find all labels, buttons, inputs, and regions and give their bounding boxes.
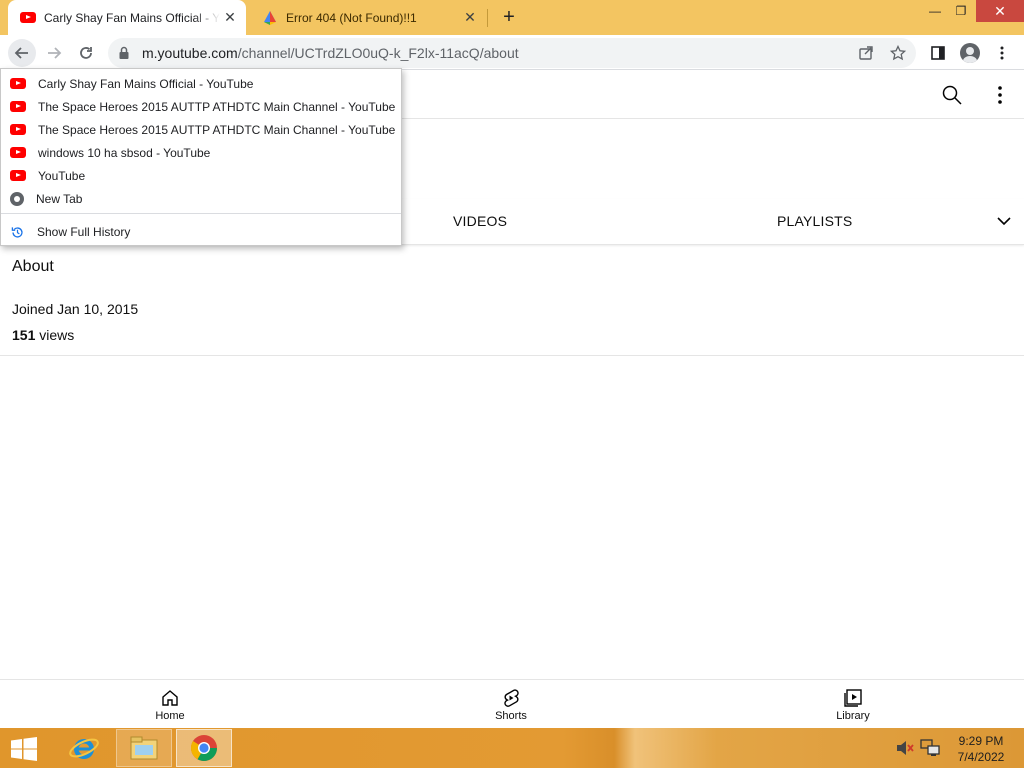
pivot-bar: Home Shorts Library — [0, 679, 1024, 728]
tab-close-icon[interactable]: ✕ — [220, 8, 240, 28]
joined-date: Joined Jan 10, 2015 — [12, 301, 139, 317]
youtube-icon — [10, 147, 26, 158]
address-bar[interactable]: m.youtube.com/channel/UCTrdZLO0uQ-k_F2lx… — [108, 38, 916, 68]
taskbar: 9:29 PM 7/4/2022 — [0, 728, 1024, 768]
close-window-button[interactable]: ✕ — [976, 0, 1024, 22]
tab-divider — [487, 9, 488, 27]
view-count-number: 151 — [12, 327, 36, 343]
network-icon[interactable] — [920, 739, 940, 757]
divider — [1, 213, 401, 214]
chrome-icon — [190, 735, 218, 762]
taskbar-internet-explorer[interactable] — [56, 729, 112, 767]
lock-icon — [119, 46, 129, 59]
tab-title: Carly Shay Fan Mains Official - YouTube — [44, 10, 220, 25]
forward-button[interactable] — [40, 39, 68, 67]
history-item-label: The Space Heroes 2015 AUTTP ATHDTC Main … — [38, 99, 396, 114]
history-item-label: windows 10 ha sbsod - YouTube — [38, 145, 211, 160]
more-vert-icon — [1000, 46, 1004, 60]
pivot-label: Home — [155, 710, 185, 722]
arrow-right-icon — [48, 47, 62, 59]
clock-date: 7/4/2022 — [957, 750, 1005, 764]
reload-icon — [80, 47, 92, 59]
view-count-suffix: views — [35, 327, 75, 343]
side-panel-button[interactable] — [924, 39, 952, 67]
tab-title: Error 404 (Not Found)!!1 — [286, 10, 417, 25]
library-icon — [844, 689, 862, 707]
youtube-icon — [10, 78, 26, 89]
side-panel-icon — [931, 46, 945, 60]
restore-button[interactable]: ❐ — [946, 0, 976, 22]
clock-time: 9:29 PM — [958, 734, 1004, 748]
taskbar-file-explorer[interactable] — [116, 729, 172, 767]
reload-button[interactable] — [72, 39, 100, 67]
internet-explorer-icon — [69, 738, 99, 759]
new-tab-button[interactable]: + — [497, 5, 521, 29]
history-item[interactable]: windows 10 ha sbsod - YouTube — [1, 141, 401, 164]
history-item[interactable]: YouTube — [1, 164, 401, 187]
chrome-icon — [10, 191, 24, 206]
home-icon — [162, 690, 178, 706]
youtube-icon — [10, 124, 26, 135]
pivot-home[interactable]: Home — [130, 688, 210, 722]
url-path: /channel/UCTrdZLO0uQ-k_F2lx-11acQ/about — [237, 45, 519, 61]
about-heading: About — [12, 258, 54, 275]
search-icon[interactable] — [940, 83, 964, 107]
history-item-label: New Tab — [36, 191, 83, 206]
tab-playlists[interactable]: PLAYLISTS — [777, 213, 852, 229]
youtube-icon — [20, 12, 36, 23]
chrome-menu-button[interactable] — [988, 39, 1016, 67]
folder-icon — [130, 736, 158, 760]
view-count: 151 views — [12, 327, 74, 343]
volume-muted-icon[interactable] — [896, 740, 914, 756]
pivot-label: Shorts — [495, 710, 527, 722]
bookmark-star-icon[interactable] — [888, 43, 908, 63]
history-item-label: Carly Shay Fan Mains Official - YouTube — [38, 76, 254, 91]
youtube-icon — [10, 170, 26, 181]
youtube-icon — [10, 101, 26, 112]
back-button[interactable] — [8, 39, 36, 67]
history-item-label: YouTube — [38, 168, 86, 183]
tab-close-icon[interactable]: ✕ — [460, 8, 480, 28]
pivot-shorts[interactable]: Shorts — [471, 688, 551, 722]
shorts-icon — [504, 689, 519, 707]
history-item[interactable]: New Tab — [1, 187, 401, 210]
show-full-history-label: Show Full History — [37, 225, 131, 239]
divider — [0, 355, 1024, 356]
avatar — [960, 43, 980, 63]
tab-youtube-channel[interactable]: Carly Shay Fan Mains Official - YouTube … — [8, 0, 246, 35]
pivot-label: Library — [836, 710, 870, 722]
history-dropdown: Carly Shay Fan Mains Official - YouTube … — [0, 68, 402, 246]
more-vert-icon[interactable] — [990, 83, 1010, 107]
windows-start-icon[interactable] — [10, 737, 38, 761]
system-clock[interactable]: 9:29 PM 7/4/2022 — [946, 733, 1016, 765]
history-item[interactable]: The Space Heroes 2015 AUTTP ATHDTC Main … — [1, 118, 401, 141]
history-icon — [11, 226, 23, 238]
browser-toolbar: m.youtube.com/channel/UCTrdZLO0uQ-k_F2lx… — [0, 35, 1024, 70]
google-icon — [264, 10, 276, 25]
url-host: m.youtube.com — [142, 45, 238, 61]
history-item[interactable]: Carly Shay Fan Mains Official - YouTube — [1, 72, 401, 95]
arrow-left-icon — [14, 47, 28, 59]
tab-error-404[interactable]: Error 404 (Not Found)!!1 ✕ — [248, 0, 486, 35]
tab-videos[interactable]: VIDEOS — [453, 213, 507, 229]
profile-button[interactable] — [956, 39, 984, 67]
show-full-history-button[interactable]: Show Full History — [1, 221, 401, 243]
chevron-down-icon[interactable] — [994, 211, 1014, 231]
taskbar-chrome[interactable] — [176, 729, 232, 767]
share-icon[interactable] — [856, 43, 876, 63]
pivot-library[interactable]: Library — [813, 688, 893, 722]
history-item-label: The Space Heroes 2015 AUTTP ATHDTC Main … — [38, 122, 396, 137]
tab-strip: Carly Shay Fan Mains Official - YouTube … — [0, 0, 1024, 35]
history-item[interactable]: The Space Heroes 2015 AUTTP ATHDTC Main … — [1, 95, 401, 118]
